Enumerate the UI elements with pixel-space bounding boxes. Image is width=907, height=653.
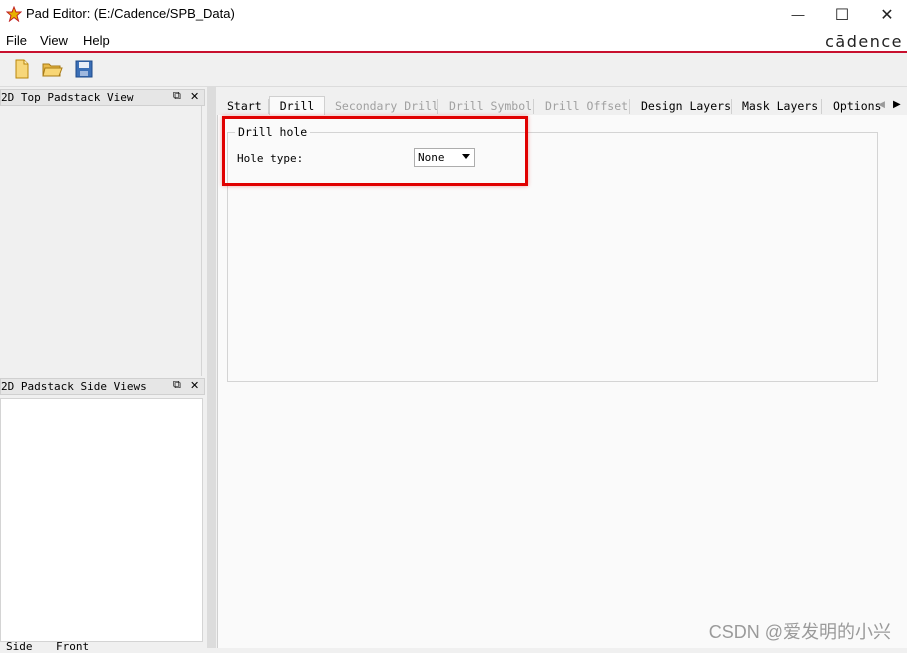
save-button[interactable] bbox=[73, 58, 95, 80]
menu-view[interactable]: View bbox=[40, 33, 68, 48]
maximize-button[interactable]: ☐ bbox=[819, 0, 865, 29]
tab-divider bbox=[821, 99, 822, 114]
title-bar: Pad Editor: (E:/Cadence/SPB_Data) — ☐ ✕ bbox=[0, 0, 907, 29]
tab-divider bbox=[731, 99, 732, 114]
close-icon: ✕ bbox=[880, 6, 894, 24]
top-view-panel-title: 2D Top Padstack View bbox=[1, 91, 134, 104]
app-logo-icon bbox=[6, 6, 22, 22]
window-title: Pad Editor: (E:/Cadence/SPB_Data) bbox=[26, 6, 235, 21]
close-button[interactable]: ✕ bbox=[864, 0, 907, 29]
open-folder-icon bbox=[42, 63, 63, 77]
tab-side[interactable]: Side bbox=[6, 640, 33, 653]
minimize-icon: — bbox=[791, 7, 805, 22]
minimize-button[interactable]: — bbox=[775, 0, 821, 29]
toolbar bbox=[0, 53, 907, 87]
float-icon[interactable]: ⧉ bbox=[173, 379, 181, 392]
menu-file[interactable]: File bbox=[6, 33, 27, 48]
highlight-annotation bbox=[222, 116, 528, 186]
tab-scroll-left-icon[interactable]: ◀ bbox=[878, 99, 885, 110]
side-view-panel-header: 2D Padstack Side Views ⧉ ✕ bbox=[0, 378, 205, 395]
tab-design-layers[interactable]: Design Layers bbox=[641, 97, 731, 115]
tab-mask-layers[interactable]: Mask Layers bbox=[742, 97, 818, 115]
tab-options[interactable]: Options bbox=[833, 97, 881, 115]
tab-divider bbox=[533, 99, 534, 114]
open-button[interactable] bbox=[41, 58, 63, 80]
tab-drill-offset[interactable]: Drill Offset bbox=[545, 97, 628, 115]
close-icon[interactable]: ✕ bbox=[190, 379, 199, 392]
new-button[interactable] bbox=[11, 58, 33, 80]
tab-front[interactable]: Front bbox=[56, 640, 89, 653]
panel-splitter[interactable] bbox=[207, 87, 216, 648]
tab-secondary-drill[interactable]: Secondary Drill bbox=[335, 97, 439, 115]
tab-drill-symbol[interactable]: Drill Symbol bbox=[449, 97, 532, 115]
side-view-canvas[interactable] bbox=[0, 398, 203, 642]
menu-help[interactable]: Help bbox=[83, 33, 110, 48]
tab-divider bbox=[629, 99, 630, 114]
float-icon[interactable]: ⧉ bbox=[173, 90, 181, 103]
save-icon bbox=[75, 60, 93, 78]
cadence-logo: cādence bbox=[825, 32, 903, 51]
top-view-panel-header: 2D Top Padstack View ⧉ ✕ bbox=[0, 89, 205, 106]
tab-divider bbox=[437, 99, 438, 114]
tab-drill[interactable]: Drill bbox=[269, 96, 325, 116]
watermark: CSDN @爱发明的小兴 bbox=[708, 622, 891, 642]
top-view-canvas[interactable] bbox=[0, 106, 202, 376]
close-icon[interactable]: ✕ bbox=[190, 90, 199, 103]
new-file-icon bbox=[15, 59, 29, 79]
side-view-panel-title: 2D Padstack Side Views bbox=[1, 380, 147, 393]
maximize-icon: ☐ bbox=[834, 6, 850, 24]
menu-bar: File View Help cādence bbox=[0, 29, 907, 53]
tab-start[interactable]: Start bbox=[227, 97, 262, 115]
tab-scroll-right-icon[interactable]: ▶ bbox=[893, 99, 901, 110]
